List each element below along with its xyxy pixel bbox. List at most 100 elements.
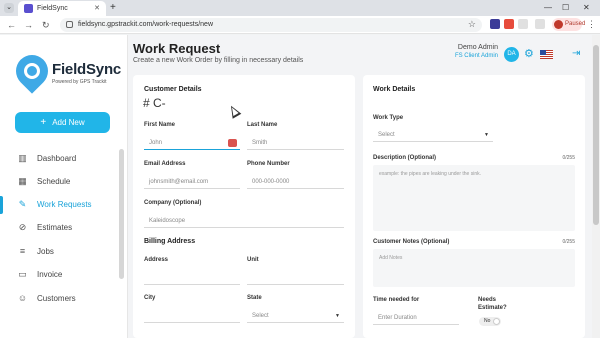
- extensions-puzzle-icon[interactable]: [518, 19, 528, 29]
- first-name-label: First Name: [144, 122, 176, 128]
- chevron-down-icon: ▼: [335, 313, 340, 319]
- work-type-value: Select: [378, 132, 395, 138]
- back-icon[interactable]: ←: [7, 19, 16, 31]
- wrench-icon: ✎: [18, 199, 27, 209]
- browser-toolbar: ← → ↻ fieldsync.gpstrackit.com/work-requ…: [0, 16, 600, 34]
- customer-notes-placeholder: Add Notes: [379, 255, 403, 261]
- fieldsync-favicon-icon: [24, 4, 33, 13]
- sidebar-item-customers[interactable]: ☺ Customers: [0, 290, 118, 308]
- time-needed-label: Time needed for: [373, 297, 420, 303]
- us-flag-icon[interactable]: [540, 50, 553, 59]
- sidebar-item-jobs[interactable]: ≡ Jobs: [0, 243, 118, 261]
- address-field[interactable]: [144, 271, 240, 285]
- forward-icon[interactable]: →: [24, 19, 33, 31]
- customer-details-title: Customer Details: [144, 86, 202, 93]
- toggle-knob: [493, 318, 500, 325]
- email-placeholder: johnsmith@email.com: [149, 179, 209, 185]
- sidebar-item-label: Jobs: [37, 247, 54, 256]
- address-bar[interactable]: fieldsync.gpstrackit.com/work-requests/n…: [60, 18, 482, 32]
- gear-icon[interactable]: ⚙: [524, 47, 534, 62]
- needs-estimate-label-line2: Estimate?: [478, 305, 507, 311]
- page-scrollbar-thumb[interactable]: [593, 45, 599, 225]
- customer-notes-textarea[interactable]: Add Notes: [373, 249, 575, 287]
- sidebar-item-label: Invoice: [37, 270, 63, 279]
- state-label: State: [247, 295, 262, 301]
- city-field[interactable]: [144, 309, 240, 323]
- fieldsync-logo-icon: [9, 48, 55, 94]
- sidebar-item-label: Estimates: [37, 223, 73, 232]
- reload-icon[interactable]: ↻: [42, 19, 50, 31]
- minimize-icon[interactable]: —: [544, 2, 552, 14]
- sidebar-item-estimates[interactable]: ⊘ Estimates: [0, 219, 118, 237]
- window-close-icon[interactable]: ✕: [583, 2, 590, 14]
- new-tab-button[interactable]: +: [110, 1, 116, 15]
- customer-number: # C-: [143, 96, 166, 110]
- profile-avatar-icon: [554, 20, 563, 29]
- last-name-field[interactable]: Smith: [247, 136, 344, 150]
- city-label: City: [144, 295, 156, 301]
- duration-field[interactable]: Enter Duration: [373, 311, 459, 325]
- first-name-field[interactable]: John: [144, 136, 240, 150]
- last-name-placeholder: Smith: [252, 140, 268, 146]
- work-type-label: Work Type: [373, 115, 404, 121]
- sidebar-item-dashboard[interactable]: ▥ Dashboard: [0, 150, 118, 168]
- page-subtitle: Create a new Work Order by filling in ne…: [133, 57, 304, 64]
- logout-icon[interactable]: ⇥: [572, 47, 580, 60]
- work-details-title: Work Details: [373, 86, 416, 93]
- paperclip-icon: ⊘: [18, 222, 27, 232]
- sidebar-item-work-requests[interactable]: ✎ Work Requests: [0, 196, 118, 214]
- bookmark-star-icon[interactable]: ☆: [468, 18, 476, 31]
- contact-card-icon[interactable]: [228, 139, 237, 147]
- email-field[interactable]: johnsmith@email.com: [144, 175, 240, 189]
- work-details-card: Work Details Work Type Select ▼ Descript…: [363, 75, 585, 338]
- needs-estimate-label-line1: Needs: [478, 297, 497, 303]
- company-label: Company (Optional): [144, 200, 202, 206]
- download-icon[interactable]: [535, 19, 545, 29]
- user-role: FS Client Admin: [454, 53, 498, 59]
- plus-icon: +: [40, 117, 47, 128]
- brand-name: FieldSync: [52, 61, 122, 78]
- users-icon: ☺: [17, 293, 28, 303]
- unit-label: Unit: [247, 257, 259, 263]
- address-label: Address: [144, 257, 169, 263]
- extension-icon[interactable]: [490, 19, 500, 29]
- phone-label: Phone Number: [247, 161, 290, 167]
- add-new-button[interactable]: + Add New: [15, 112, 110, 133]
- database-icon: ≡: [19, 246, 26, 256]
- extension-icon[interactable]: [504, 19, 514, 29]
- page-title: Work Request: [133, 41, 221, 56]
- work-type-select[interactable]: Select ▼: [373, 128, 493, 142]
- page-scrollbar[interactable]: [592, 35, 600, 338]
- first-name-placeholder: John: [149, 140, 163, 146]
- browser-tabstrip: ⌄ FieldSync ✕ + — ☐ ✕: [0, 0, 600, 16]
- bar-chart-icon: ▥: [18, 153, 27, 163]
- browser-tab[interactable]: FieldSync ✕: [18, 1, 106, 16]
- url-text: fieldsync.gpstrackit.com/work-requests/n…: [78, 21, 213, 28]
- description-textarea[interactable]: example: the pipes are leaking under the…: [373, 165, 575, 231]
- browser-menu-icon[interactable]: ⋮: [587, 18, 596, 31]
- sidebar-item-invoice[interactable]: ▭ Invoice: [0, 266, 118, 284]
- app-root: FieldSync Powered by GPS Trackit + Add Ne…: [0, 35, 600, 338]
- phone-field[interactable]: 000-000-0000: [247, 175, 344, 189]
- tab-close-icon[interactable]: ✕: [94, 3, 100, 14]
- brand-subtitle: Powered by GPS Trackit: [52, 79, 107, 85]
- customer-notes-label: Customer Notes (Optional): [373, 239, 450, 245]
- needs-estimate-toggle[interactable]: No: [479, 317, 501, 326]
- state-select[interactable]: Select ▼: [247, 309, 344, 323]
- avatar[interactable]: DA: [504, 47, 519, 62]
- unit-field[interactable]: [247, 271, 344, 285]
- profile-button[interactable]: Paused: [552, 18, 585, 31]
- description-label: Description (Optional): [373, 155, 436, 161]
- restore-icon[interactable]: ☐: [562, 2, 569, 14]
- company-field[interactable]: Kaleidoscope: [144, 214, 344, 228]
- sidebar-scrollbar[interactable]: [119, 149, 124, 279]
- phone-placeholder: 000-000-0000: [252, 179, 290, 185]
- company-placeholder: Kaleidoscope: [149, 218, 186, 224]
- site-info-icon[interactable]: [66, 21, 73, 28]
- sidebar: FieldSync Powered by GPS Trackit + Add Ne…: [0, 35, 128, 338]
- tab-title: FieldSync: [37, 5, 68, 12]
- customer-details-card: Customer Details # C- First Name John La…: [133, 75, 355, 338]
- duration-placeholder: Enter Duration: [378, 315, 417, 321]
- tab-search-button[interactable]: ⌄: [4, 3, 14, 13]
- sidebar-item-schedule[interactable]: ▦ Schedule: [0, 173, 118, 191]
